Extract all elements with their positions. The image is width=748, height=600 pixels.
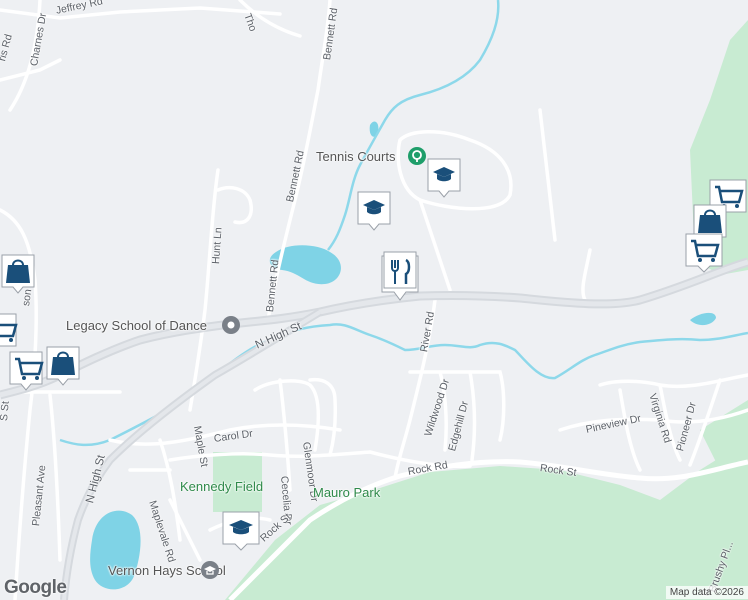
place-label-mauro-park[interactable]: Mauro Park: [313, 485, 380, 500]
shopping-marker[interactable]: [45, 345, 81, 389]
road-label-s-st: S St: [0, 400, 12, 422]
stream-west: [59, 438, 111, 447]
place-label-kennedy-field[interactable]: Kennedy Field: [180, 479, 263, 494]
pioneer-park-area: [700, 400, 748, 470]
legacy-school-poi-icon[interactable]: [222, 316, 240, 334]
place-label-tennis-courts[interactable]: Tennis Courts: [316, 149, 395, 164]
vernon-hays-poi-icon[interactable]: [201, 561, 219, 579]
restaurant-marker[interactable]: [380, 248, 419, 301]
shopping-marker[interactable]: [684, 232, 723, 276]
shopping-marker[interactable]: [0, 253, 36, 297]
pond-east: [690, 312, 716, 326]
map-attribution[interactable]: Map data ©2026: [665, 586, 748, 599]
tennis-courts-poi-icon[interactable]: [408, 147, 426, 165]
place-label-legacy-school[interactable]: Legacy School of Dance: [66, 318, 207, 333]
google-logo[interactable]: Google: [4, 577, 67, 599]
school-marker[interactable]: [356, 190, 392, 234]
map-base-layer: [0, 0, 748, 600]
school-marker[interactable]: [426, 157, 462, 201]
stream-north: [327, 0, 500, 251]
map-canvas[interactable]: Jeffrey Rd Charnes Dr ris Rd Tho Bennett…: [0, 0, 748, 600]
school-marker[interactable]: [221, 510, 260, 554]
road-label-hunt-ln: Hunt Ln: [210, 226, 225, 265]
shopping-marker[interactable]: [8, 350, 44, 394]
